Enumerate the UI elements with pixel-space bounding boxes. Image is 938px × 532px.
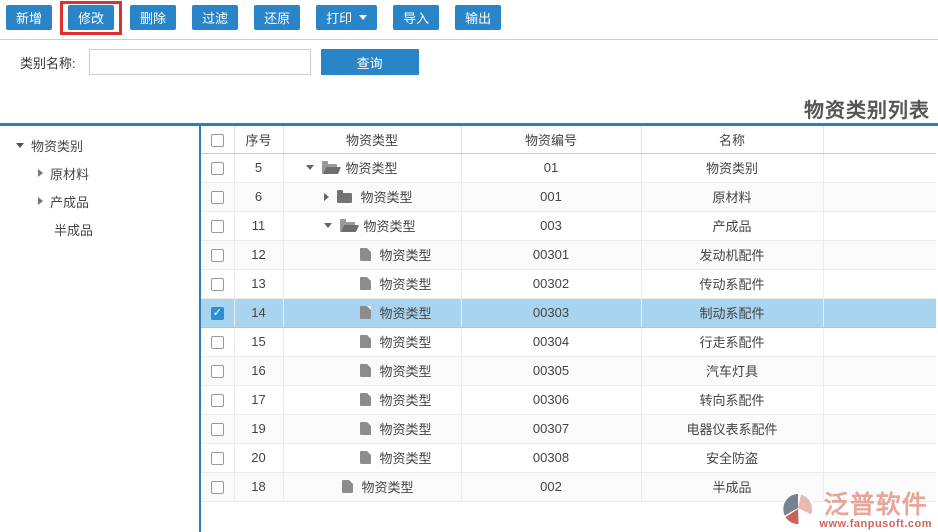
query-button[interactable]: 查询 [320,49,419,75]
file-icon [359,451,371,464]
page-title: 物资类别列表 [804,100,930,122]
file-icon [359,364,371,377]
content: 物资类别 原材料 产成品 半成品 序号 物资类型 物资编号 名称 5 物资类型 … [0,126,938,532]
row-checkbox[interactable] [210,452,224,466]
search-bar: 类别名称: 查询 [0,40,938,84]
file-icon [359,335,371,348]
file-icon [359,248,371,261]
folder-open-icon [321,161,337,174]
tree-item-label: 物资类别 [31,138,84,154]
brand-url: www.fanpusoft.com [819,518,932,530]
file-icon [341,480,353,493]
row-checkbox[interactable] [210,220,224,234]
table-row[interactable]: 20 物资类型 00308 安全防盗 [201,443,936,473]
category-name-label: 类别名称: [20,55,76,71]
tree-item-label: 半成品 [54,222,94,238]
table-row[interactable]: 6 物资类型 001 原材料 [201,182,936,212]
tree-item-raw-material[interactable]: 原材料 [0,159,199,187]
file-icon [359,277,371,290]
tree-item-material-category[interactable]: 物资类别 [0,131,199,159]
delete-button[interactable]: 删除 [130,5,177,30]
row-checkbox[interactable] [210,365,224,379]
restore-button[interactable]: 还原 [254,5,301,30]
modify-button[interactable]: 修改 [68,5,115,30]
row-checkbox-checked[interactable] [210,306,224,321]
tree-collapsed-icon[interactable] [38,197,43,205]
tree-item-label: 原材料 [50,166,90,182]
import-button[interactable]: 导入 [393,5,440,30]
category-tree: 物资类别 原材料 产成品 半成品 [0,126,201,532]
row-checkbox[interactable] [210,278,224,292]
row-checkbox[interactable] [210,249,224,263]
filter-button[interactable]: 过滤 [192,5,239,30]
header-seq: 序号 [234,126,284,154]
category-name-input[interactable] [88,49,311,75]
folder-open-icon [339,219,355,232]
chevron-down-icon [359,15,368,20]
expander-down-icon[interactable] [323,223,332,228]
file-icon [359,306,371,319]
tree-item-label: 产成品 [50,194,90,210]
row-checkbox[interactable] [210,336,224,350]
select-all-checkbox[interactable] [210,133,224,147]
tree-collapsed-icon[interactable] [38,169,43,177]
title-row: 物资类别列表 [0,84,938,123]
header-code: 物资编号 [461,126,642,154]
header-type: 物资类型 [283,126,462,154]
table-row[interactable]: 16 物资类型 00305 汽车灯具 [201,356,936,386]
add-button[interactable]: 新增 [6,5,53,30]
table-row[interactable]: 11 物资类型 003 产成品 [201,211,936,241]
fanpu-watermark: 泛普软件 www.fanpusoft.com [781,492,932,530]
table-row-selected[interactable]: 14 物资类型 00303 制动系配件 [201,298,936,328]
row-checkbox[interactable] [210,481,224,495]
tree-item-finished-product[interactable]: 产成品 [0,187,199,215]
folder-closed-icon [336,190,352,203]
fanpu-logo-icon [782,493,815,525]
category-table: 序号 物资类型 物资编号 名称 5 物资类型 01 物资类别 6 物资类型 00… [201,126,936,502]
category-grid: 序号 物资类型 物资编号 名称 5 物资类型 01 物资类别 6 物资类型 00… [201,126,938,532]
file-icon [359,393,371,406]
modify-button-highlight-wrap: 修改 [60,1,123,35]
row-checkbox[interactable] [210,423,224,437]
tree-item-semi-finished[interactable]: 半成品 [0,215,199,243]
header-name: 名称 [641,126,824,154]
toolbar: 新增 修改 删除 过滤 还原 打印 导入 输出 [0,0,938,40]
table-row[interactable]: 5 物资类型 01 物资类别 [201,153,936,183]
print-button-label: 打印 [326,11,353,26]
print-button[interactable]: 打印 [316,5,378,30]
table-row[interactable]: 15 物资类型 00304 行走系配件 [201,327,936,357]
expander-right-icon[interactable] [323,192,329,201]
file-icon [359,422,371,435]
table-row[interactable]: 17 物资类型 00306 转向系配件 [201,385,936,415]
table-row[interactable]: 19 物资类型 00307 电器仪表系配件 [201,414,936,444]
row-checkbox[interactable] [210,162,224,176]
table-row[interactable]: 13 物资类型 00302 传动系配件 [201,269,936,299]
brand-name: 泛普软件 [823,491,928,519]
tree-expanded-icon[interactable] [16,142,24,148]
row-checkbox[interactable] [210,191,224,205]
row-checkbox[interactable] [210,394,224,408]
header-checkbox-cell [201,126,235,154]
table-header-row: 序号 物资类型 物资编号 名称 [201,126,936,154]
expander-down-icon[interactable] [305,165,314,170]
header-extra [823,126,936,154]
table-row[interactable]: 12 物资类型 00301 发动机配件 [201,240,936,270]
material-category-page: 新增 修改 删除 过滤 还原 打印 导入 输出 类别名称: 查询 物资类别列表 … [0,0,938,532]
export-button[interactable]: 输出 [455,5,502,30]
